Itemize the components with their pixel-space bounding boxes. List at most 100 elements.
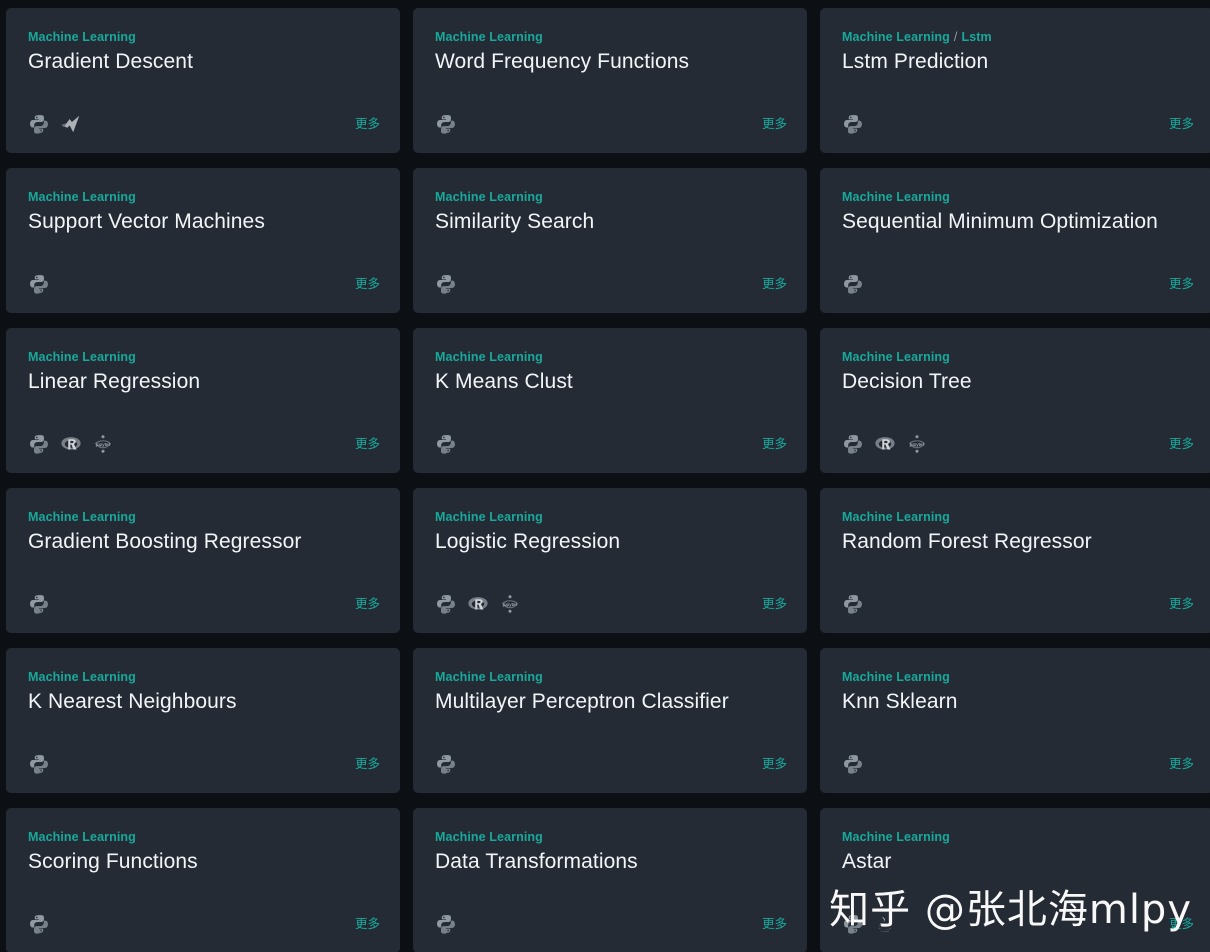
project-card-grid: Machine Learning Gradient Descent 更多 Machin… — [0, 0, 1210, 952]
card-footer: 更多 — [842, 911, 1194, 937]
card-title[interactable]: Scoring Functions — [28, 848, 380, 876]
breadcrumb-category[interactable]: Machine Learning — [842, 670, 950, 684]
card-title[interactable]: Gradient Descent — [28, 48, 380, 76]
card-title[interactable]: Similarity Search — [435, 208, 787, 236]
card-footer: 更多 — [435, 751, 787, 777]
more-link[interactable]: 更多 — [762, 756, 787, 772]
breadcrumb-category[interactable]: Machine Learning — [28, 670, 136, 684]
card-title[interactable]: K Means Clust — [435, 368, 787, 396]
breadcrumb-category[interactable]: Machine Learning — [435, 190, 543, 204]
breadcrumb: Machine Learning — [842, 510, 1194, 525]
card-title[interactable]: Knn Sklearn — [842, 688, 1194, 716]
breadcrumb-category[interactable]: Machine Learning — [842, 830, 950, 844]
breadcrumb-category[interactable]: Machine Learning — [842, 350, 950, 364]
more-link[interactable]: 更多 — [1169, 596, 1194, 612]
more-link[interactable]: 更多 — [1169, 276, 1194, 292]
project-card[interactable]: Machine Learning Logistic Regression jupyt… — [413, 488, 807, 633]
breadcrumb-category[interactable]: Machine Learning — [28, 190, 136, 204]
project-card[interactable]: Machine Learning Scoring Functions 更多 — [6, 808, 400, 952]
python-icon — [842, 273, 864, 295]
project-card[interactable]: Machine Learning K Means Clust 更多 — [413, 328, 807, 473]
project-card[interactable]: Machine Learning Word Frequency Functions… — [413, 8, 807, 153]
project-card[interactable]: Machine Learning K Nearest Neighbours 更多 — [6, 648, 400, 793]
card-footer: 更多 — [842, 591, 1194, 617]
card-title[interactable]: Logistic Regression — [435, 528, 787, 556]
breadcrumb: Machine Learning — [28, 830, 380, 845]
more-link[interactable]: 更多 — [355, 916, 380, 932]
card-footer: 更多 — [435, 271, 787, 297]
breadcrumb-category[interactable]: Machine Learning — [435, 670, 543, 684]
more-link[interactable]: 更多 — [1169, 756, 1194, 772]
card-title[interactable]: Linear Regression — [28, 368, 380, 396]
card-title[interactable]: Decision Tree — [842, 368, 1194, 396]
more-link[interactable]: 更多 — [355, 436, 380, 452]
card-title[interactable]: K Nearest Neighbours — [28, 688, 380, 716]
python-icon — [435, 113, 457, 135]
breadcrumb-category[interactable]: Machine Learning — [435, 350, 543, 364]
breadcrumb-category[interactable]: Machine Learning — [842, 510, 950, 524]
more-link[interactable]: 更多 — [355, 276, 380, 292]
project-card[interactable]: Machine Learning Knn Sklearn 更多 — [820, 648, 1210, 793]
more-link[interactable]: 更多 — [355, 116, 380, 132]
project-card[interactable]: Machine Learning Similarity Search 更多 — [413, 168, 807, 313]
python-icon — [28, 113, 50, 135]
python-icon — [842, 113, 864, 135]
project-card[interactable]: Machine Learning Linear Regression jupyter… — [6, 328, 400, 473]
breadcrumb: Machine Learning — [28, 510, 380, 525]
breadcrumb-category[interactable]: Machine Learning — [842, 190, 950, 204]
card-title[interactable]: Random Forest Regressor — [842, 528, 1194, 556]
breadcrumb-category[interactable]: Machine Learning — [435, 830, 543, 844]
r-icon — [467, 593, 489, 615]
more-link[interactable]: 更多 — [762, 116, 787, 132]
project-card[interactable]: Machine Learning Data Transformations 更多 — [413, 808, 807, 952]
card-title[interactable]: Word Frequency Functions — [435, 48, 787, 76]
python-icon — [28, 913, 50, 935]
more-link[interactable]: 更多 — [1169, 436, 1194, 452]
breadcrumb-subcategory[interactable]: Lstm — [961, 30, 991, 44]
jupyter-icon: jupyter — [92, 433, 114, 455]
project-card[interactable]: Machine Learning Gradient Boosting Regres… — [6, 488, 400, 633]
project-card[interactable]: Machine Learning Decision Tree jupyter 更多 — [820, 328, 1210, 473]
language-icon-list — [435, 433, 457, 455]
card-title[interactable]: Data Transformations — [435, 848, 787, 876]
card-footer: 更多 — [435, 111, 787, 137]
project-card[interactable]: Machine Learning Sequential Minimum Optim… — [820, 168, 1210, 313]
more-link[interactable]: 更多 — [1169, 116, 1194, 132]
card-title[interactable]: Lstm Prediction — [842, 48, 1194, 76]
breadcrumb-category[interactable]: Machine Learning — [435, 510, 543, 524]
project-card[interactable]: Machine Learning / Lstm Lstm Prediction 更多 — [820, 8, 1210, 153]
breadcrumb-category[interactable]: Machine Learning — [28, 830, 136, 844]
card-footer: 更多 — [435, 431, 787, 457]
jupyter-icon: jupyter — [499, 593, 521, 615]
more-link[interactable]: 更多 — [1169, 916, 1194, 932]
card-title[interactable]: Sequential Minimum Optimization — [842, 208, 1194, 236]
breadcrumb-category[interactable]: Machine Learning — [435, 30, 543, 44]
breadcrumb-category[interactable]: Machine Learning — [28, 510, 136, 524]
breadcrumb: Machine Learning — [28, 30, 380, 45]
python-icon — [842, 593, 864, 615]
card-footer: 更多 — [435, 911, 787, 937]
project-card[interactable]: Machine Learning Support Vector Machines 更… — [6, 168, 400, 313]
project-card[interactable]: Machine Learning Multilayer Perceptron Cl… — [413, 648, 807, 793]
breadcrumb: Machine Learning — [28, 350, 380, 365]
language-icon-list — [842, 113, 864, 135]
more-link[interactable]: 更多 — [355, 596, 380, 612]
card-title[interactable]: Support Vector Machines — [28, 208, 380, 236]
more-link[interactable]: 更多 — [762, 436, 787, 452]
project-card[interactable]: Machine Learning Random Forest Regressor 更… — [820, 488, 1210, 633]
more-link[interactable]: 更多 — [762, 596, 787, 612]
more-link[interactable]: 更多 — [355, 756, 380, 772]
svg-text:jupyter: jupyter — [502, 602, 518, 608]
card-title[interactable]: Astar — [842, 848, 1194, 876]
card-title[interactable]: Multilayer Perceptron Classifier — [435, 688, 787, 716]
language-icon-list: jupyter — [28, 433, 114, 455]
matlab-icon — [60, 113, 82, 135]
more-link[interactable]: 更多 — [762, 916, 787, 932]
card-title[interactable]: Gradient Boosting Regressor — [28, 528, 380, 556]
more-link[interactable]: 更多 — [762, 276, 787, 292]
project-card[interactable]: Machine Learning Gradient Descent 更多 — [6, 8, 400, 153]
breadcrumb-category[interactable]: Machine Learning — [28, 350, 136, 364]
breadcrumb-category[interactable]: Machine Learning — [28, 30, 136, 44]
project-card[interactable]: Machine Learning Astar 更多 — [820, 808, 1210, 952]
breadcrumb-category[interactable]: Machine Learning — [842, 30, 950, 44]
